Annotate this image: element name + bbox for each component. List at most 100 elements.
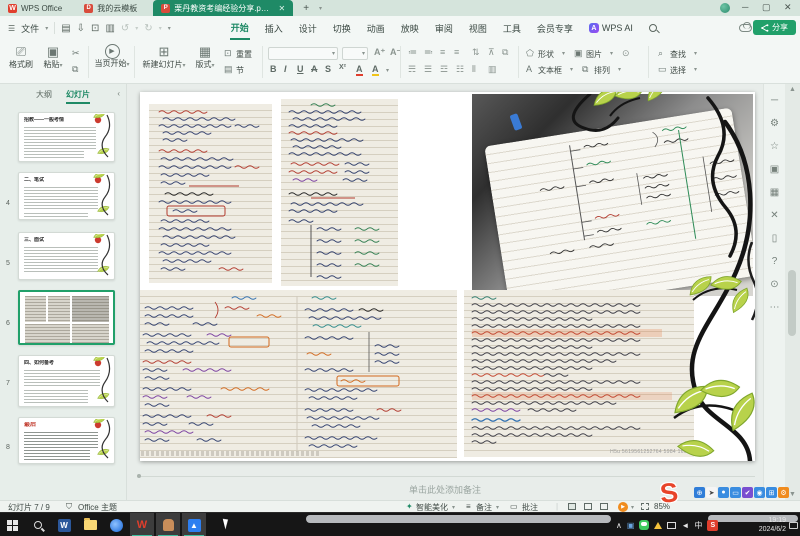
justify-icon[interactable]: ☷: [456, 64, 464, 75]
tab-member[interactable]: 会员专享: [536, 18, 574, 39]
notes-photo-4[interactable]: [140, 290, 457, 458]
notes-splitter[interactable]: [140, 476, 755, 477]
tab-insert[interactable]: 插入: [264, 18, 284, 39]
play-from-current-button[interactable]: ▶ 当页开始▾: [94, 44, 130, 70]
slide-thumbnail-4[interactable]: 招教——一般考情: [18, 112, 115, 162]
read-panel-icon[interactable]: ▯: [772, 234, 778, 244]
help-icon[interactable]: ?: [772, 257, 778, 267]
superscript-button[interactable]: X²: [339, 64, 346, 71]
taskbar-explorer-app[interactable]: [78, 513, 102, 536]
scrollbar-thumb[interactable]: [788, 270, 796, 336]
taskbar-hand-app[interactable]: [156, 513, 180, 536]
bullets-icon[interactable]: ≔: [408, 47, 417, 58]
select-icon[interactable]: ▭: [658, 64, 667, 75]
play-mode-dropdown-icon[interactable]: ▾: [631, 504, 634, 511]
warning-icon[interactable]: [654, 522, 662, 529]
slideshow-play-button[interactable]: ▶: [618, 502, 628, 512]
maximize-button[interactable]: ▢: [762, 2, 771, 13]
shadow-button[interactable]: S: [325, 64, 331, 74]
check-tool-icon[interactable]: ✔: [742, 487, 753, 498]
close-window-button[interactable]: ✕: [784, 2, 792, 13]
layout-dropdown-icon[interactable]: ▾: [211, 63, 214, 69]
properties-icon[interactable]: ⚙: [770, 119, 779, 129]
text-direction-icon[interactable]: ⊼: [488, 47, 495, 58]
slide-thumbnail-9[interactable]: 最后: [18, 417, 115, 464]
find-dropdown-icon[interactable]: ▾: [694, 50, 697, 57]
textbox-label[interactable]: 文本框: [538, 65, 562, 76]
normal-view-icon[interactable]: [568, 503, 576, 510]
shapes-panel-icon[interactable]: ▣: [770, 165, 779, 175]
grid-tool-icon[interactable]: ⊞: [766, 487, 777, 498]
tab-transition[interactable]: 切换: [332, 18, 352, 39]
redo-dropdown-icon[interactable]: ▾: [159, 25, 162, 32]
outline-tab[interactable]: 大纲: [36, 87, 52, 104]
smart-layout-icon[interactable]: ▥: [488, 64, 497, 75]
italic-button[interactable]: I: [284, 64, 287, 74]
section-label[interactable]: 节: [236, 65, 244, 76]
highlight-color-button[interactable]: A: [372, 64, 379, 76]
font-size-select[interactable]: ▾: [342, 47, 368, 60]
undo-dropdown-icon[interactable]: ▾: [135, 25, 138, 32]
cut-icon[interactable]: ✂: [72, 48, 80, 59]
tray-image-icon[interactable]: ▣: [627, 521, 635, 530]
taskbar-meeting-app[interactable]: ▲: [182, 513, 206, 536]
microphone-icon[interactable]: ●: [718, 487, 729, 498]
tab-list-icon[interactable]: ▾: [319, 5, 322, 12]
hamburger-menu-icon[interactable]: ☰: [8, 24, 15, 33]
close-document-icon[interactable]: ✕: [279, 4, 286, 13]
slide-thumbnail-6[interactable]: 三、面试: [18, 232, 115, 280]
align-left-icon[interactable]: ☴: [408, 64, 416, 75]
collapse-rail-icon[interactable]: ─: [771, 96, 778, 106]
scroll-down-icon[interactable]: ▼: [789, 491, 796, 498]
paste-button[interactable]: ▣ 粘贴▾: [38, 44, 68, 71]
redo-icon[interactable]: ↻: [144, 23, 152, 34]
align-right-icon[interactable]: ☲: [440, 64, 448, 75]
favorites-icon[interactable]: ☆: [770, 142, 779, 152]
font-more-dropdown-icon[interactable]: ▾: [386, 67, 389, 74]
increase-font-icon[interactable]: A⁺: [374, 47, 385, 58]
format-painter-button[interactable]: ⎚ 格式刷: [6, 44, 36, 69]
taskbar-clock[interactable]: 19:19 2024/6/2: [759, 516, 786, 534]
start-button[interactable]: [0, 513, 24, 536]
fit-slide-icon[interactable]: [641, 503, 649, 510]
input-method-icon[interactable]: ⊕: [694, 487, 705, 498]
outdent-icon[interactable]: ≡: [440, 47, 445, 57]
font-name-select[interactable]: ▾: [268, 47, 338, 60]
editing-canvas[interactable]: H5u 5619561252764 5984 1603: [127, 84, 763, 500]
picture-label[interactable]: 图片: [586, 49, 602, 60]
reading-view-icon[interactable]: [600, 503, 608, 510]
display-icon[interactable]: [667, 522, 676, 529]
sorter-view-icon[interactable]: [584, 503, 592, 510]
reset-label[interactable]: 重置: [236, 49, 252, 60]
arrange-dropdown-icon[interactable]: ▾: [618, 66, 621, 73]
notes-photo-1[interactable]: [149, 104, 272, 283]
tab-design[interactable]: 设计: [298, 18, 318, 39]
picture-dropdown-icon[interactable]: ▾: [610, 50, 613, 57]
slide-7-canvas[interactable]: H5u 5619561252764 5984 1603: [140, 92, 755, 461]
indent-icon[interactable]: ≡: [454, 47, 459, 57]
play-dropdown-icon[interactable]: ▾: [126, 62, 129, 68]
taskbar-search-button[interactable]: [26, 513, 50, 536]
history-icon[interactable]: ⊙: [770, 280, 778, 290]
qat-more-icon[interactable]: ▾: [168, 25, 171, 32]
volume-icon[interactable]: ◄: [681, 521, 689, 530]
tab-review[interactable]: 审阅: [434, 18, 454, 39]
columns-icon[interactable]: ⫴: [472, 64, 476, 75]
tab-home[interactable]: 开始: [230, 17, 250, 40]
cut-panel-icon[interactable]: ✕: [770, 211, 778, 221]
scroll-up-icon[interactable]: ▲: [789, 86, 796, 93]
font-color-button[interactable]: A: [356, 64, 363, 76]
textbox-icon[interactable]: A: [526, 64, 532, 74]
new-tab-button[interactable]: +: [303, 3, 309, 14]
export-icon[interactable]: ⇩: [77, 23, 85, 34]
copy-icon[interactable]: ⧉: [72, 64, 78, 75]
print-icon[interactable]: ⊡: [91, 23, 99, 34]
align-center-icon[interactable]: ☰: [424, 64, 432, 75]
screen-share-icon[interactable]: ▭: [730, 487, 741, 498]
notes-dropdown-icon[interactable]: ▾: [496, 504, 499, 511]
camera-settings-icon[interactable]: ⚙: [778, 487, 789, 498]
taskbar-word-app[interactable]: W: [52, 513, 76, 536]
undo-icon[interactable]: ↺: [121, 23, 129, 34]
input-method-indicator[interactable]: 中: [694, 520, 702, 531]
numbering-icon[interactable]: ≕: [424, 47, 433, 58]
